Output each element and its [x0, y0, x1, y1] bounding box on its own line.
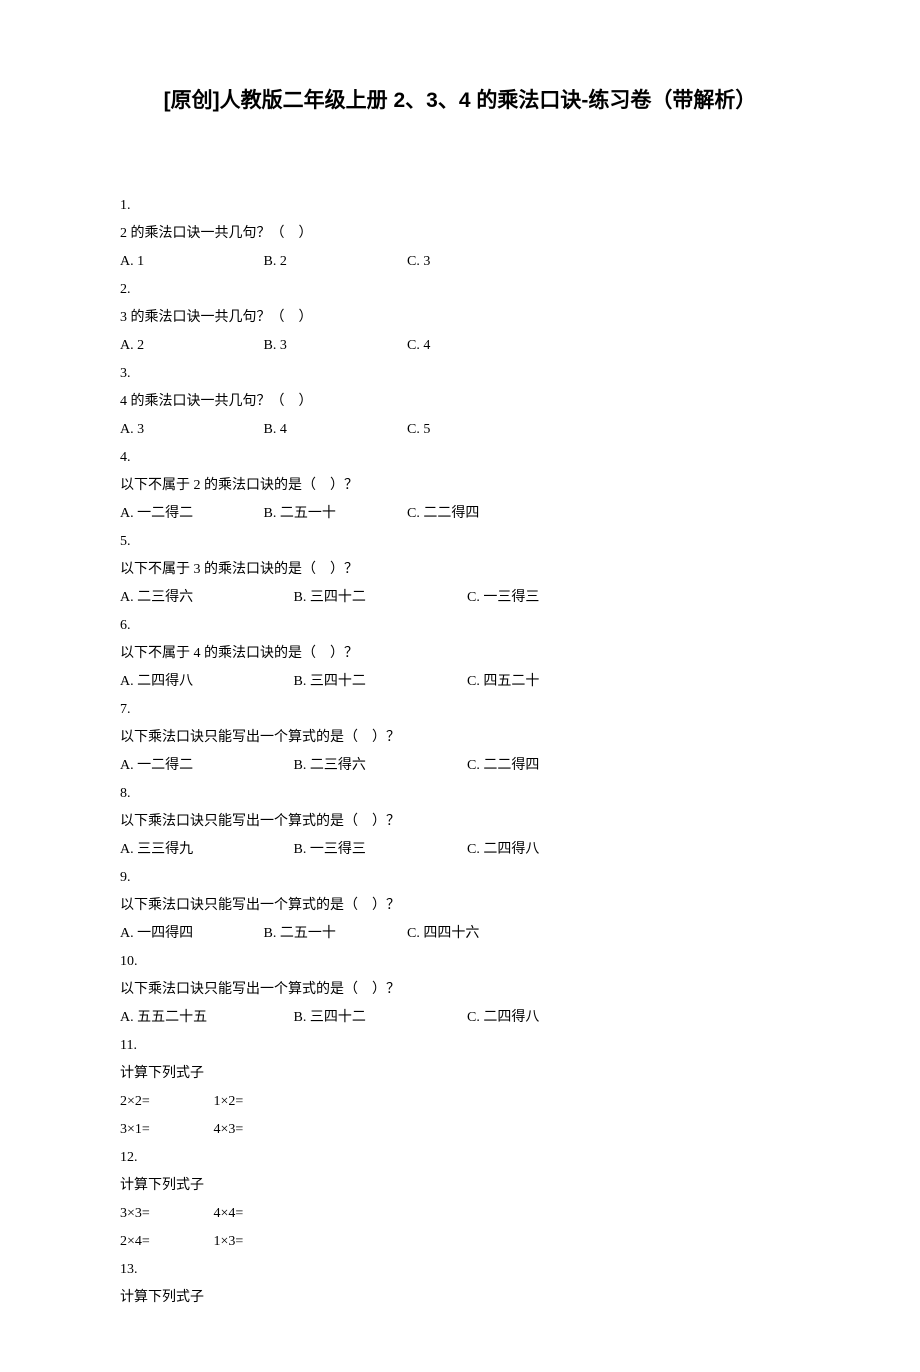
- question-number: 11.: [120, 1032, 800, 1060]
- choice-b: B. 3: [264, 332, 404, 360]
- question-number: 8.: [120, 780, 800, 808]
- question-text: 以下乘法口诀只能写出一个算式的是（ ）？: [120, 724, 800, 752]
- choice-b: B. 2: [264, 248, 404, 276]
- choice-a: A. 五五二十五: [120, 1004, 290, 1032]
- question-number: 13.: [120, 1256, 800, 1284]
- question-number: 7.: [120, 696, 800, 724]
- choice-b: B. 二五一十: [264, 500, 404, 528]
- choice-b: B. 三四十二: [294, 1004, 464, 1032]
- question-text: 以下乘法口诀只能写出一个算式的是（ ）？: [120, 808, 800, 836]
- choice-b: B. 二五一十: [264, 920, 404, 948]
- question-number: 2.: [120, 276, 800, 304]
- choice-row: A. 二四得八 B. 三四十二 C. 四五二十: [120, 668, 800, 696]
- choice-c: C. 二四得八: [467, 836, 637, 864]
- question-text: 计算下列式子: [120, 1172, 800, 1200]
- choice-row: A. 一二得二 B. 二五一十 C. 二二得四: [120, 500, 800, 528]
- calc-item: 4×3=: [214, 1116, 304, 1144]
- calc-item: 4×4=: [214, 1200, 304, 1228]
- choice-c: C. 5: [407, 416, 547, 444]
- question-text: 以下不属于 2 的乘法口诀的是（ ）？: [120, 472, 800, 500]
- choice-c: C. 3: [407, 248, 547, 276]
- calc-item: 2×4=: [120, 1228, 210, 1256]
- choice-a: A. 一二得二: [120, 500, 260, 528]
- question-number: 12.: [120, 1144, 800, 1172]
- choice-row: A. 二三得六 B. 三四十二 C. 一三得三: [120, 584, 800, 612]
- choice-row: A. 2 B. 3 C. 4: [120, 332, 800, 360]
- choice-row: A. 1 B. 2 C. 3: [120, 248, 800, 276]
- choice-a: A. 一四得四: [120, 920, 260, 948]
- choice-row: A. 一二得二 B. 二三得六 C. 二二得四: [120, 752, 800, 780]
- document-content: 1. 2 的乘法口诀一共几句？（ ） A. 1 B. 2 C. 3 2. 3 的…: [120, 192, 800, 1312]
- question-number: 6.: [120, 612, 800, 640]
- document-page: [原创]人教版二年级上册 2、3、4 的乘法口诀-练习卷（带解析） 1. 2 的…: [0, 0, 920, 1372]
- question-number: 3.: [120, 360, 800, 388]
- question-number: 4.: [120, 444, 800, 472]
- calc-item: 3×3=: [120, 1200, 210, 1228]
- question-number: 10.: [120, 948, 800, 976]
- question-text: 以下不属于 4 的乘法口诀的是（ ）？: [120, 640, 800, 668]
- calc-row: 2×2= 1×2=: [120, 1088, 800, 1116]
- choice-c: C. 一三得三: [467, 584, 637, 612]
- question-number: 1.: [120, 192, 800, 220]
- choice-c: C. 二四得八: [467, 1004, 637, 1032]
- calc-item: 1×2=: [214, 1088, 304, 1116]
- question-text: 4 的乘法口诀一共几句？（ ）: [120, 388, 800, 416]
- choice-c: C. 二二得四: [467, 752, 637, 780]
- choice-a: A. 二三得六: [120, 584, 290, 612]
- choice-a: A. 3: [120, 416, 260, 444]
- question-number: 9.: [120, 864, 800, 892]
- choice-c: C. 4: [407, 332, 547, 360]
- choice-a: A. 1: [120, 248, 260, 276]
- choice-c: C. 四五二十: [467, 668, 637, 696]
- calc-row: 3×1= 4×3=: [120, 1116, 800, 1144]
- choice-row: A. 一四得四 B. 二五一十 C. 四四十六: [120, 920, 800, 948]
- choice-b: B. 三四十二: [294, 584, 464, 612]
- calc-row: 2×4= 1×3=: [120, 1228, 800, 1256]
- question-number: 5.: [120, 528, 800, 556]
- choice-c: C. 二二得四: [407, 500, 547, 528]
- choice-row: A. 3 B. 4 C. 5: [120, 416, 800, 444]
- choice-row: A. 五五二十五 B. 三四十二 C. 二四得八: [120, 1004, 800, 1032]
- calc-row: 3×3= 4×4=: [120, 1200, 800, 1228]
- choice-b: B. 二三得六: [294, 752, 464, 780]
- question-text: 计算下列式子: [120, 1284, 800, 1312]
- question-text: 3 的乘法口诀一共几句？（ ）: [120, 304, 800, 332]
- choice-b: B. 4: [264, 416, 404, 444]
- calc-item: 2×2=: [120, 1088, 210, 1116]
- question-text: 以下乘法口诀只能写出一个算式的是（ ）？: [120, 892, 800, 920]
- document-title: [原创]人教版二年级上册 2、3、4 的乘法口诀-练习卷（带解析）: [120, 80, 800, 122]
- choice-b: B. 三四十二: [294, 668, 464, 696]
- choice-a: A. 2: [120, 332, 260, 360]
- choice-row: A. 三三得九 B. 一三得三 C. 二四得八: [120, 836, 800, 864]
- choice-a: A. 一二得二: [120, 752, 290, 780]
- question-text: 2 的乘法口诀一共几句？（ ）: [120, 220, 800, 248]
- choice-c: C. 四四十六: [407, 920, 547, 948]
- choice-a: A. 二四得八: [120, 668, 290, 696]
- question-text: 以下乘法口诀只能写出一个算式的是（ ）？: [120, 976, 800, 1004]
- calc-item: 3×1=: [120, 1116, 210, 1144]
- question-text: 计算下列式子: [120, 1060, 800, 1088]
- choice-a: A. 三三得九: [120, 836, 290, 864]
- calc-item: 1×3=: [214, 1228, 304, 1256]
- question-text: 以下不属于 3 的乘法口诀的是（ ）？: [120, 556, 800, 584]
- choice-b: B. 一三得三: [294, 836, 464, 864]
